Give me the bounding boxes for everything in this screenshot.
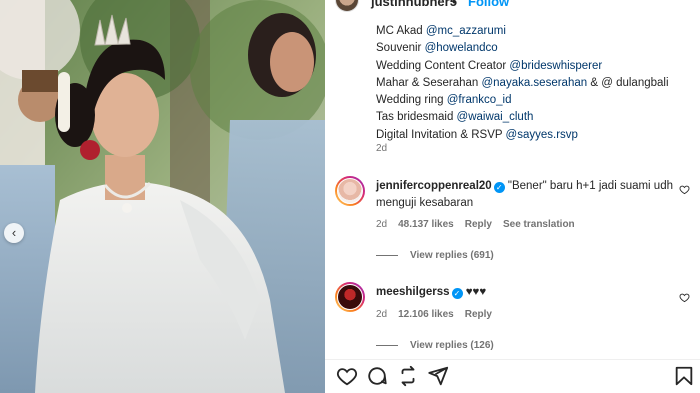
mention-link[interactable]: @howelandco: [425, 42, 498, 54]
mention-link[interactable]: @frankco_id: [447, 94, 512, 106]
comment-body: meeshilgerss ✓ ♥♥♥: [376, 284, 676, 301]
follow-button[interactable]: Follow: [468, 0, 509, 9]
caption-line: Souvenir @howelandco: [376, 40, 696, 57]
comment-like-icon[interactable]: [679, 292, 690, 306]
bookmark-icon[interactable]: [673, 365, 695, 387]
comment-icon[interactable]: [366, 365, 388, 387]
caption-text: Wedding ring: [376, 94, 447, 107]
caption-text: Mahar & Seserahan: [376, 76, 482, 89]
previous-photo-button[interactable]: ‹: [4, 223, 24, 243]
commenter-avatar[interactable]: [335, 282, 365, 312]
comment-meta: 2d 48.137 likes Reply See translation: [376, 219, 586, 230]
post-header: justinhubner5 • Follow ···: [325, 0, 700, 12]
caption-line: Wedding Content Creator @brideswhisperer: [376, 58, 696, 75]
post-details-panel: justinhubner5 • Follow ··· MC Akad @mc_a…: [325, 0, 700, 393]
post-photo: ‹: [0, 0, 325, 393]
comment-likes[interactable]: 12.106 likes: [398, 309, 454, 320]
caption-line: Mahar & Seserahan @nayaka.seserahan & @ …: [376, 75, 696, 92]
commenter-avatar[interactable]: [335, 176, 365, 206]
view-replies-label: View replies (691): [410, 250, 494, 261]
commenter-username[interactable]: jennifercoppenreal20: [376, 180, 492, 192]
caption-text: Digital Invitation & RSVP: [376, 128, 506, 141]
reply-button[interactable]: Reply: [465, 219, 492, 230]
comment-time: 2d: [376, 309, 388, 320]
view-replies-label: View replies (126): [410, 340, 494, 351]
caption-timestamp: 2d: [376, 143, 388, 154]
heart-icon[interactable]: [336, 365, 358, 387]
caption-text: Tas bridesmaid: [376, 111, 457, 124]
replies-divider: [376, 254, 398, 256]
caption-text: & @ dulangbali: [587, 76, 669, 89]
caption-line: MC Akad @mc_azzarumi: [376, 23, 696, 40]
comment-likes[interactable]: 48.137 likes: [398, 219, 454, 230]
mention-link[interactable]: @sayyes.rsvp: [506, 129, 578, 141]
caption-text: MC Akad: [376, 25, 426, 37]
mention-link[interactable]: @waiwai_cluth: [457, 111, 534, 123]
commenter-username[interactable]: meeshilgerss: [376, 286, 450, 298]
header-separator: •: [452, 0, 457, 9]
caption-line: Digital Invitation & RSVP @sayyes.rsvp: [376, 127, 696, 144]
verified-badge-icon: ✓: [493, 182, 505, 193]
verified-badge-icon: ✓: [451, 288, 463, 299]
more-options-icon[interactable]: ···: [671, 0, 690, 8]
comment-meta: 2d 12.106 likes Reply: [376, 309, 503, 320]
caption-line: Wedding ring @frankco_id: [376, 92, 696, 109]
mention-link[interactable]: @brideswhisperer: [509, 60, 602, 72]
post-author-avatar[interactable]: [335, 0, 359, 12]
caption-text: Wedding Content Creator: [376, 59, 510, 72]
post-author-username[interactable]: justinhubner5: [371, 0, 457, 9]
comment-like-icon[interactable]: [679, 184, 690, 198]
comment-body: jennifercoppenreal20 ✓ "Bener" baru h+1 j…: [376, 178, 676, 212]
caption-line: Tas bridesmaid @waiwai_cluth: [376, 109, 696, 126]
comment-time: 2d: [376, 219, 388, 230]
share-icon[interactable]: [427, 365, 449, 387]
post-caption: MC Akad @mc_azzarumi Souvenir @howelandc…: [376, 23, 696, 144]
comment-text: ♥♥♥: [462, 286, 487, 298]
see-translation-button[interactable]: See translation: [503, 219, 575, 230]
replies-divider: [376, 344, 398, 346]
repost-icon[interactable]: [397, 365, 419, 387]
reply-button[interactable]: Reply: [465, 309, 492, 320]
wedding-photo-illustration: [0, 0, 325, 393]
view-replies-button[interactable]: View replies (126): [376, 340, 494, 351]
caption-text: Souvenir: [376, 42, 425, 55]
post-action-bar: [325, 359, 700, 393]
mention-link[interactable]: @nayaka.seserahan: [481, 77, 587, 89]
mention-link[interactable]: @mc_azzarumi: [426, 25, 506, 37]
view-replies-button[interactable]: View replies (691): [376, 250, 494, 261]
